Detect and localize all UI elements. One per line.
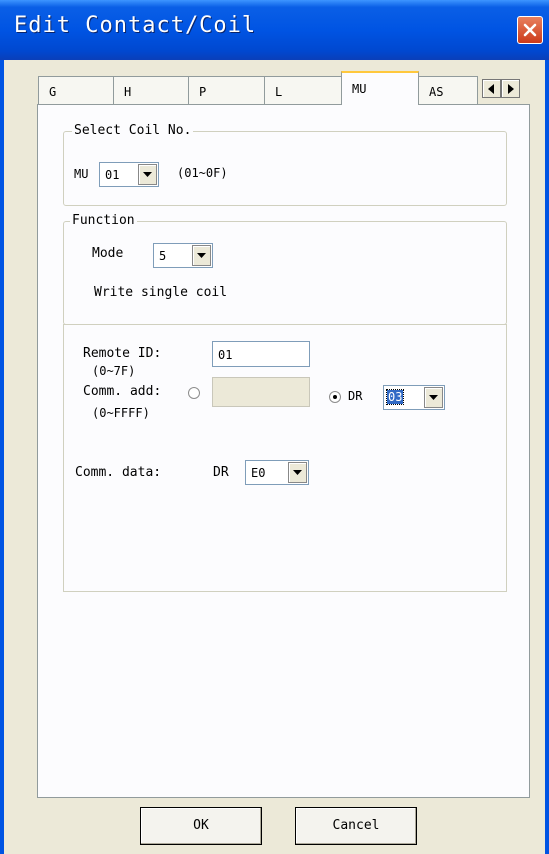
- comm-data-dr-label: DR: [213, 465, 229, 480]
- title-bar[interactable]: Edit Contact/Coil: [0, 0, 549, 60]
- mode-value: 5: [159, 249, 167, 263]
- remote-id-label: Remote ID:: [83, 346, 162, 361]
- window-frame-right: [545, 60, 549, 854]
- close-icon: [523, 23, 537, 37]
- radio-selected-dot: [333, 395, 337, 399]
- tab-as[interactable]: AS: [418, 76, 478, 104]
- tab-l[interactable]: L: [264, 76, 342, 104]
- tab-scroll-left-button[interactable]: [482, 79, 501, 98]
- dr-label: DR: [348, 389, 363, 403]
- tab-panel-mu: Select Coil No. MU 01 (01~0F) Function M…: [37, 104, 530, 798]
- coil-number-value: 01: [105, 168, 120, 182]
- select-coil-group-title: Select Coil No.: [72, 123, 194, 138]
- coil-range-label: (01~0F): [177, 166, 228, 180]
- arrow-left-icon: [488, 84, 494, 94]
- coil-number-select[interactable]: 01: [99, 162, 159, 187]
- mode-label: Mode: [92, 246, 124, 261]
- function-group-title: Function: [70, 213, 137, 228]
- dropdown-button[interactable]: [138, 164, 157, 185]
- remote-id-value: 01: [218, 348, 233, 362]
- tab-h[interactable]: H: [113, 76, 189, 104]
- tab-mu[interactable]: MU: [341, 71, 419, 105]
- dropdown-button[interactable]: [424, 387, 443, 408]
- tab-label: P: [199, 85, 207, 99]
- tab-label: AS: [429, 85, 444, 99]
- tab-label: G: [49, 85, 57, 99]
- window-title: Edit Contact/Coil: [14, 13, 257, 38]
- remote-id-range: (0~7F): [92, 364, 136, 378]
- comm-add-label: Comm. add:: [83, 384, 162, 399]
- comm-data-select[interactable]: E0: [245, 460, 309, 485]
- chevron-down-icon: [197, 253, 206, 258]
- window-frame-left: [0, 60, 4, 854]
- ok-button[interactable]: OK: [140, 807, 262, 845]
- dr-radio[interactable]: [329, 391, 341, 403]
- dr-register-value: 03: [385, 389, 405, 405]
- tab-label: L: [275, 85, 283, 99]
- function-description: Write single coil: [94, 285, 228, 300]
- dropdown-button[interactable]: [288, 462, 307, 483]
- remote-id-input[interactable]: 01: [212, 341, 310, 367]
- edit-contact-coil-dialog: Edit Contact/Coil G H P L MU AS Select C…: [0, 0, 549, 854]
- dropdown-button[interactable]: [192, 245, 211, 266]
- tab-label: MU: [352, 82, 367, 96]
- arrow-right-icon: [508, 84, 514, 94]
- tab-g[interactable]: G: [38, 76, 114, 104]
- function-group: Function Mode 5 Write single coil: [63, 213, 507, 325]
- tab-scroll-right-button[interactable]: [501, 79, 520, 98]
- comm-add-radio[interactable]: [188, 387, 200, 399]
- close-button[interactable]: [517, 16, 543, 44]
- coil-prefix-label: MU: [74, 167, 89, 181]
- chevron-down-icon: [143, 172, 152, 177]
- select-coil-group: Select Coil No. MU 01 (01~0F): [63, 123, 507, 206]
- comm-add-range: (0~FFFF): [92, 406, 150, 420]
- chevron-down-icon: [429, 395, 438, 400]
- comm-add-input[interactable]: [212, 377, 310, 407]
- chevron-down-icon: [293, 470, 302, 475]
- parameters-group: Remote ID: (0~7F) 01 Comm. add: (0~FFFF)…: [63, 324, 507, 592]
- dr-register-select[interactable]: 03: [383, 385, 445, 410]
- tab-label: H: [124, 85, 132, 99]
- tab-p[interactable]: P: [188, 76, 265, 104]
- mode-select[interactable]: 5: [153, 243, 213, 268]
- comm-data-value: E0: [251, 466, 266, 480]
- cancel-button[interactable]: Cancel: [295, 807, 417, 845]
- comm-data-label: Comm. data:: [75, 465, 162, 480]
